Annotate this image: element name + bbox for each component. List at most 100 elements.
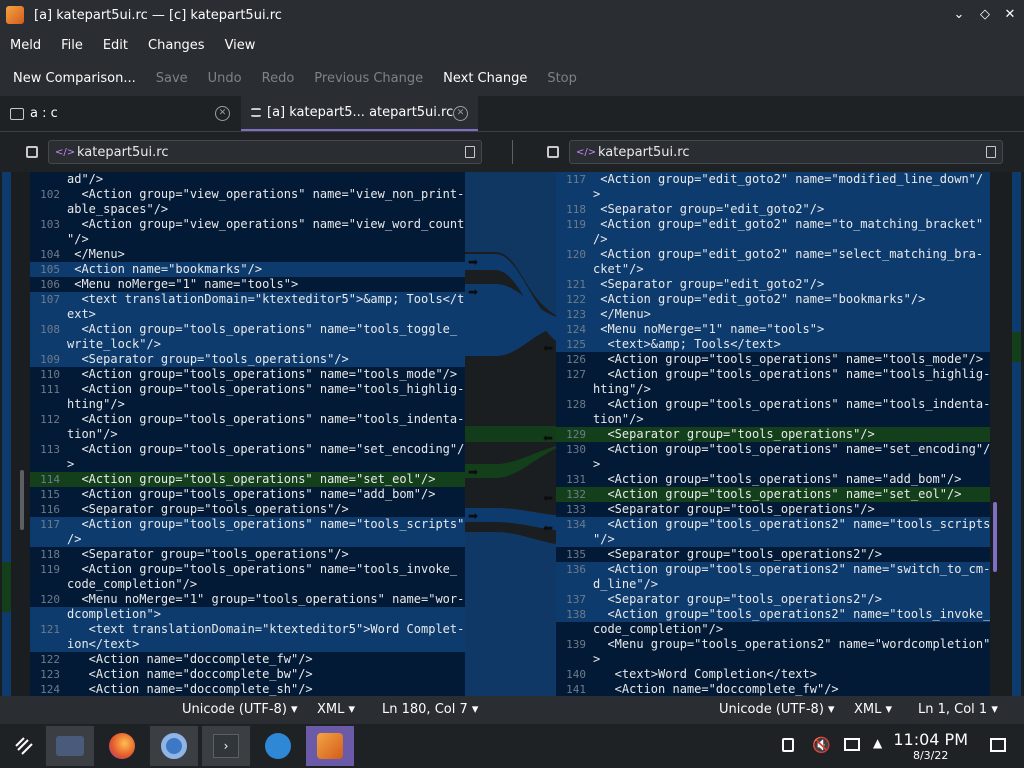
right-file-chooser[interactable]: </> katepart5ui.rc (569, 140, 1003, 164)
firefox-icon[interactable] (98, 726, 146, 766)
code-line[interactable]: 117 <Action group="tools_operations" nam… (30, 517, 465, 532)
code-line[interactable]: 132 <Action group="tools_operations" nam… (556, 487, 990, 502)
discover-icon[interactable] (254, 726, 302, 766)
tab-close-icon[interactable]: ✕ (453, 106, 468, 121)
code-line[interactable]: 129 <Separator group="tools_operations"/… (556, 427, 990, 442)
left-syntax-selector[interactable]: XML ▾ (317, 702, 355, 717)
code-line[interactable]: 136 <Action group="tools_operations2" na… (556, 562, 990, 577)
code-line[interactable]: 130 <Action group="tools_operations" nam… (556, 442, 990, 457)
code-line[interactable]: 107 <text translationDomain="ktexteditor… (30, 292, 465, 307)
code-line[interactable]: 133 <Separator group="tools_operations"/… (556, 502, 990, 517)
open-file-icon[interactable] (465, 146, 475, 158)
code-line[interactable]: ad"/> (30, 172, 465, 187)
code-line[interactable]: 122 <Action group="edit_goto2" name="boo… (556, 292, 990, 307)
code-line[interactable]: > (30, 457, 465, 472)
code-line[interactable]: 116 <Separator group="tools_operations"/… (30, 502, 465, 517)
code-line[interactable]: able_spaces"/> (30, 202, 465, 217)
code-line[interactable]: 114 <Action group="tools_operations" nam… (30, 472, 465, 487)
menu-changes[interactable]: Changes (138, 38, 215, 53)
menu-file[interactable]: File (51, 38, 93, 53)
code-line[interactable]: /> (30, 532, 465, 547)
code-line[interactable]: hting"/> (30, 397, 465, 412)
code-line[interactable]: > (556, 652, 990, 667)
right-cursor-position[interactable]: Ln 1, Col 1 ▾ (918, 702, 998, 717)
left-scrollbar-thumb[interactable] (20, 470, 24, 530)
save-icon[interactable] (547, 146, 559, 158)
close-icon[interactable]: ✕ (1001, 6, 1019, 24)
code-line[interactable]: 117 <Action group="edit_goto2" name="mod… (556, 172, 990, 187)
next-change-button[interactable]: Next Change (433, 71, 537, 86)
menu-meld[interactable]: Meld (0, 38, 51, 53)
tab-file-comparison[interactable]: [a] katepart5... atepart5ui.rc ✕ (241, 96, 478, 131)
save-button[interactable]: Save (146, 71, 198, 86)
code-line[interactable]: 104 </Menu> (30, 247, 465, 262)
code-line[interactable]: 124 <Action name="doccomplete_sh"/> (30, 682, 465, 696)
file-manager-icon[interactable] (46, 726, 94, 766)
code-line[interactable]: > (556, 457, 990, 472)
stop-button[interactable]: Stop (537, 71, 587, 86)
left-cursor-position[interactable]: Ln 180, Col 7 ▾ (382, 702, 478, 717)
code-line[interactable]: 111 <Action group="tools_operations" nam… (30, 382, 465, 397)
redo-button[interactable]: Redo (252, 71, 305, 86)
tab-folder-comparison[interactable]: a : c ✕ (0, 96, 240, 131)
left-editor-pane[interactable]: ad"/> 102 <Action group="view_operations"… (30, 172, 465, 696)
menu-view[interactable]: View (215, 38, 266, 53)
chromium-icon[interactable] (150, 726, 198, 766)
right-editor-pane[interactable]: 117 <Action group="edit_goto2" name="mod… (556, 172, 990, 696)
application-launcher-icon[interactable] (0, 726, 48, 766)
code-line[interactable]: 123 <Action name="doccomplete_bw"/> (30, 667, 465, 682)
code-line[interactable]: 125 <text>&amp; Tools</text> (556, 337, 990, 352)
tab-close-icon[interactable]: ✕ (215, 106, 230, 121)
code-line[interactable]: 123 </Menu> (556, 307, 990, 322)
left-encoding-selector[interactable]: Unicode (UTF-8) ▾ (182, 702, 298, 717)
code-line[interactable]: code_completion"/> (556, 622, 990, 637)
code-line[interactable]: 118 <Separator group="edit_goto2"/> (556, 202, 990, 217)
code-line[interactable]: 118 <Separator group="tools_operations"/… (30, 547, 465, 562)
terminal-icon[interactable]: › (202, 726, 250, 766)
code-line[interactable]: 121 <text translationDomain="ktexteditor… (30, 622, 465, 637)
code-line[interactable]: 139 <Menu group="tools_operations2" name… (556, 637, 990, 652)
code-line[interactable]: ion</text> (30, 637, 465, 652)
right-diff-map[interactable] (1010, 172, 1022, 696)
maximize-icon[interactable]: ◇ (976, 6, 994, 24)
code-line[interactable]: 112 <Action group="tools_operations" nam… (30, 412, 465, 427)
volume-muted-icon[interactable]: 🔇 (812, 736, 831, 754)
code-line[interactable]: 108 <Action group="tools_operations" nam… (30, 322, 465, 337)
right-scrollbar[interactable] (990, 172, 1000, 696)
right-syntax-selector[interactable]: XML ▾ (854, 702, 892, 717)
minimize-icon[interactable]: ⌄ (950, 6, 968, 24)
code-line[interactable]: code_completion"/> (30, 577, 465, 592)
code-line[interactable]: 138 <Action group="tools_operations2" na… (556, 607, 990, 622)
code-line[interactable]: 119 <Action group="tools_operations" nam… (30, 562, 465, 577)
code-line[interactable]: 119 <Action group="edit_goto2" name="to_… (556, 217, 990, 232)
meld-taskbar-icon[interactable] (306, 726, 354, 766)
scrollbar-thumb[interactable] (993, 502, 997, 572)
code-line[interactable]: > (556, 187, 990, 202)
code-line[interactable]: 106 <Menu noMerge="1" name="tools"> (30, 277, 465, 292)
code-line[interactable]: d_line"/> (556, 577, 990, 592)
save-icon[interactable] (26, 146, 38, 158)
code-line[interactable]: 124 <Menu noMerge="1" name="tools"> (556, 322, 990, 337)
right-encoding-selector[interactable]: Unicode (UTF-8) ▾ (719, 702, 835, 717)
code-line[interactable]: write_lock"/> (30, 337, 465, 352)
code-line[interactable]: 105 <Action name="bookmarks"/> (30, 262, 465, 277)
network-icon[interactable] (844, 738, 860, 751)
previous-change-button[interactable]: Previous Change (304, 71, 433, 86)
left-diff-map[interactable] (0, 172, 12, 696)
code-line[interactable]: 140 <text>Word Completion</text> (556, 667, 990, 682)
code-line[interactable]: hting"/> (556, 382, 990, 397)
code-line[interactable]: tion"/> (556, 412, 990, 427)
system-tray-expand-icon[interactable]: ▲ (873, 736, 882, 750)
open-file-icon[interactable] (986, 146, 996, 158)
left-file-chooser[interactable]: </> katepart5ui.rc (48, 140, 482, 164)
code-line[interactable]: 113 <Action group="tools_operations" nam… (30, 442, 465, 457)
code-line[interactable]: 128 <Action group="tools_operations" nam… (556, 397, 990, 412)
code-line[interactable]: cket"/> (556, 262, 990, 277)
code-line[interactable]: 121 <Separator group="edit_goto2"/> (556, 277, 990, 292)
undo-button[interactable]: Undo (198, 71, 252, 86)
code-line[interactable]: 103 <Action group="view_operations" name… (30, 217, 465, 232)
code-line[interactable]: 131 <Action group="tools_operations" nam… (556, 472, 990, 487)
code-line[interactable]: 141 <Action name="doccomplete_fw"/> (556, 682, 990, 696)
code-line[interactable]: 122 <Action name="doccomplete_fw"/> (30, 652, 465, 667)
code-line[interactable]: /> (556, 232, 990, 247)
